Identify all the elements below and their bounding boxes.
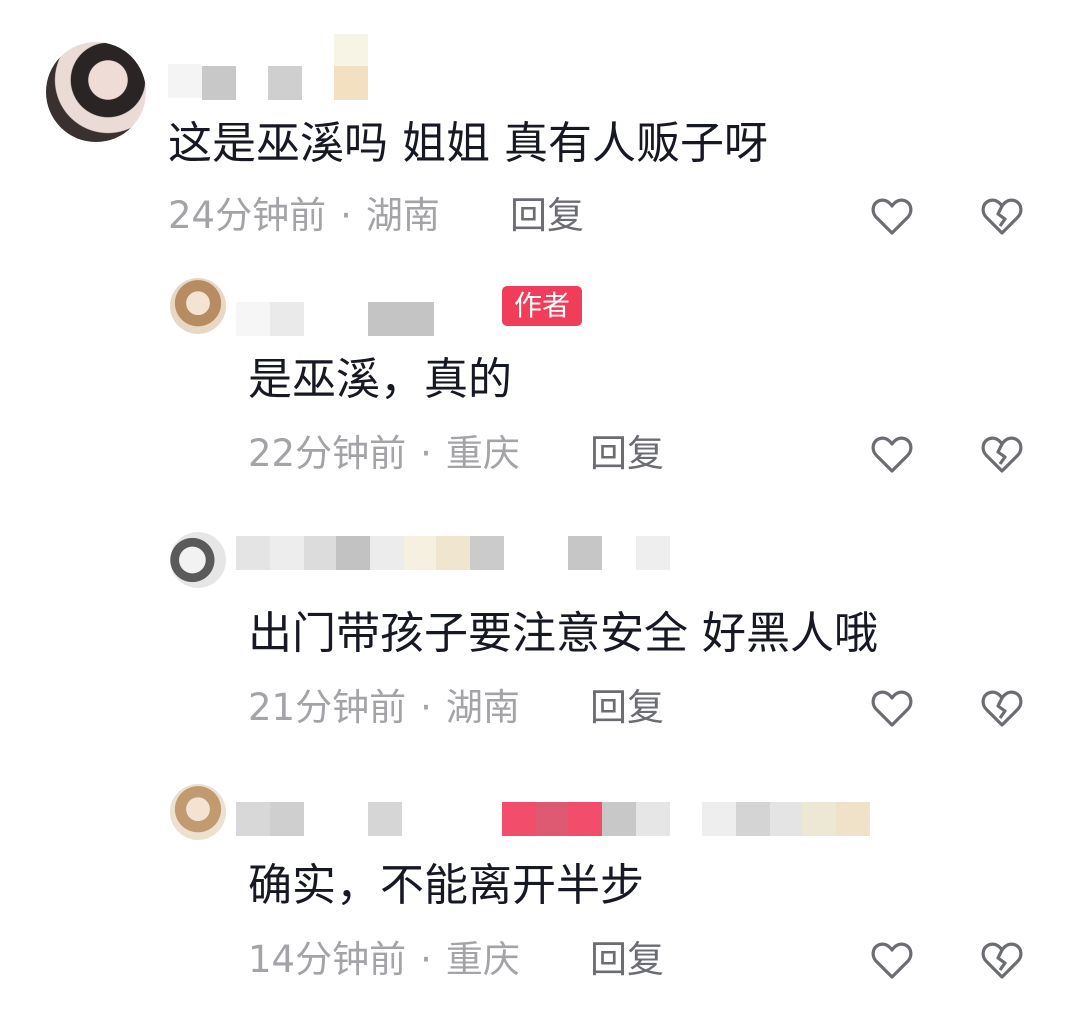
avatar[interactable] bbox=[170, 532, 226, 588]
heart-outline-icon[interactable] bbox=[868, 684, 916, 732]
heart-outline-icon[interactable] bbox=[868, 430, 916, 478]
avatar[interactable] bbox=[170, 784, 226, 840]
meta-separator: · bbox=[340, 194, 352, 237]
heart-outline-icon[interactable] bbox=[868, 192, 916, 240]
broken-heart-icon[interactable] bbox=[978, 430, 1026, 478]
comment-meta: 14分钟前 · 重庆 bbox=[248, 936, 520, 984]
comment-meta: 22分钟前 · 重庆 bbox=[248, 430, 520, 478]
reply-item: 作者 是巫溪，真的 22分钟前 · 重庆 回复 bbox=[0, 270, 1080, 490]
broken-heart-icon[interactable] bbox=[978, 936, 1026, 984]
username-pixelated[interactable] bbox=[236, 302, 476, 346]
heart-outline-icon[interactable] bbox=[868, 936, 916, 984]
broken-heart-icon[interactable] bbox=[978, 192, 1026, 240]
broken-heart-icon[interactable] bbox=[978, 684, 1026, 732]
reply-item: 确实，不能离开半步 14分钟前 · 重庆 回复 bbox=[0, 780, 1080, 1010]
comment-time: 24分钟前 bbox=[168, 194, 327, 237]
comment-item: 这是巫溪吗 姐姐 真有人贩子呀 24分钟前 · 湖南 回复 bbox=[0, 0, 1080, 250]
avatar[interactable] bbox=[170, 278, 226, 334]
meta-separator: · bbox=[420, 432, 432, 475]
username-pixelated[interactable] bbox=[236, 536, 676, 580]
meta-separator: · bbox=[420, 686, 432, 729]
comment-text: 出门带孩子要注意安全 好黑人哦 bbox=[248, 608, 878, 659]
reply-button[interactable]: 回复 bbox=[590, 430, 664, 478]
comment-location: 重庆 bbox=[445, 432, 520, 475]
reply-button[interactable]: 回复 bbox=[510, 192, 584, 240]
username-pixelated[interactable] bbox=[236, 802, 876, 846]
comment-meta: 21分钟前 · 湖南 bbox=[248, 684, 520, 732]
comment-text: 确实，不能离开半步 bbox=[248, 860, 644, 911]
comment-time: 21分钟前 bbox=[248, 686, 407, 729]
comment-text: 是巫溪，真的 bbox=[248, 354, 512, 405]
comment-time: 14分钟前 bbox=[248, 938, 407, 981]
comment-text: 这是巫溪吗 姐姐 真有人贩子呀 bbox=[168, 118, 768, 169]
comment-time: 22分钟前 bbox=[248, 432, 407, 475]
comment-meta: 24分钟前 · 湖南 bbox=[168, 192, 440, 240]
comment-screen: { "badge": { "author_label": "作者", "colo… bbox=[0, 0, 1080, 1023]
avatar[interactable] bbox=[46, 42, 146, 142]
comment-location: 湖南 bbox=[445, 686, 520, 729]
reply-button[interactable]: 回复 bbox=[590, 936, 664, 984]
reply-button[interactable]: 回复 bbox=[590, 684, 664, 732]
username-pixelated[interactable] bbox=[168, 34, 408, 100]
reply-item: 出门带孩子要注意安全 好黑人哦 21分钟前 · 湖南 回复 bbox=[0, 526, 1080, 746]
meta-separator: · bbox=[420, 938, 432, 981]
comment-location: 重庆 bbox=[445, 938, 520, 981]
author-badge: 作者 bbox=[502, 286, 583, 326]
comment-location: 湖南 bbox=[365, 194, 440, 237]
